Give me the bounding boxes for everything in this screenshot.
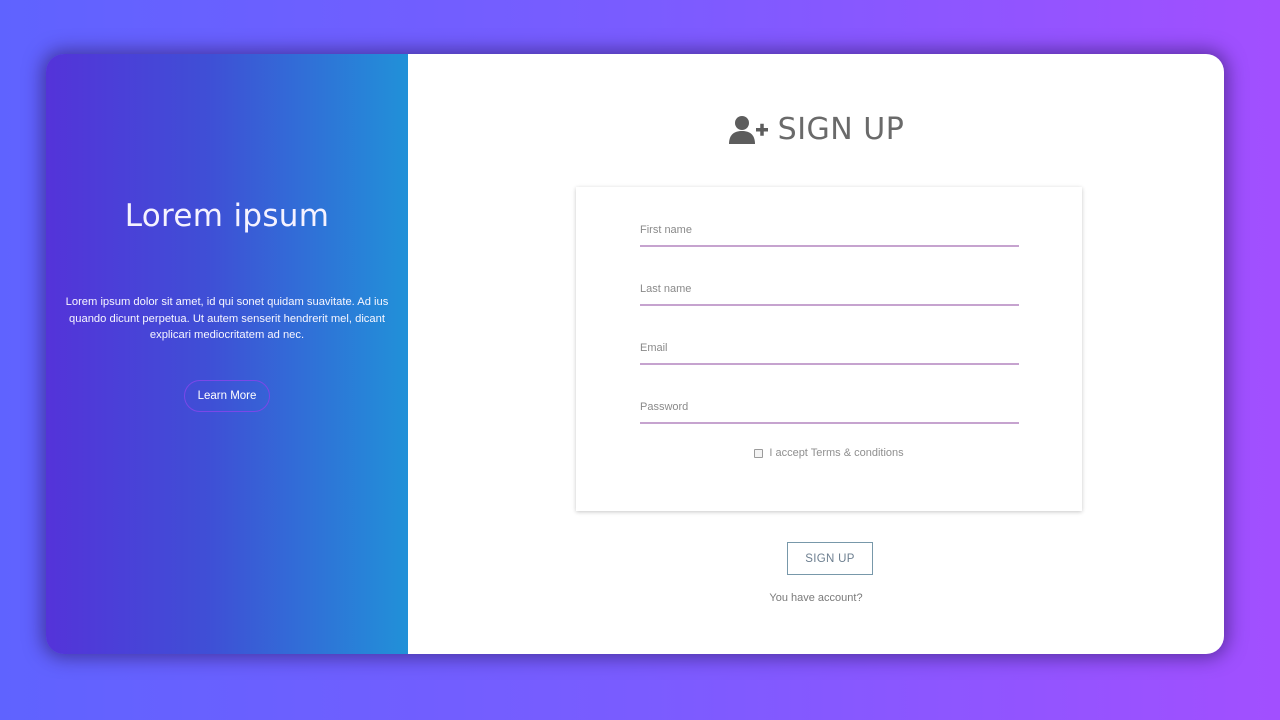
terms-label[interactable]: I accept Terms & conditions xyxy=(769,447,903,459)
last-name-field-wrap xyxy=(640,278,1019,306)
password-input[interactable] xyxy=(640,396,1019,422)
email-input[interactable] xyxy=(640,337,1019,363)
page-title: SIGN UP xyxy=(408,112,1224,147)
signup-panel: SIGN UP I accept Terms & conditions SIGN… xyxy=(408,54,1224,654)
terms-row: I accept Terms & conditions xyxy=(576,447,1082,459)
first-name-input[interactable] xyxy=(640,219,1019,245)
signup-card: Lorem ipsum Lorem ipsum dolor sit amet, … xyxy=(46,54,1224,654)
email-field-wrap xyxy=(640,337,1019,365)
user-plus-icon xyxy=(728,115,768,144)
signup-form: I accept Terms & conditions xyxy=(576,187,1082,511)
page-title-text: SIGN UP xyxy=(777,112,905,147)
have-account-link[interactable]: You have account? xyxy=(408,592,1224,604)
info-panel: Lorem ipsum Lorem ipsum dolor sit amet, … xyxy=(46,54,408,654)
last-name-input[interactable] xyxy=(640,278,1019,304)
learn-more-button[interactable]: Learn More xyxy=(184,380,270,412)
sign-up-button[interactable]: SIGN UP xyxy=(787,542,873,575)
info-heading: Lorem ipsum xyxy=(124,198,330,234)
first-name-field-wrap xyxy=(640,219,1019,247)
info-description: Lorem ipsum dolor sit amet, id qui sonet… xyxy=(65,296,389,341)
terms-checkbox[interactable] xyxy=(754,448,764,458)
password-field-wrap xyxy=(640,396,1019,424)
